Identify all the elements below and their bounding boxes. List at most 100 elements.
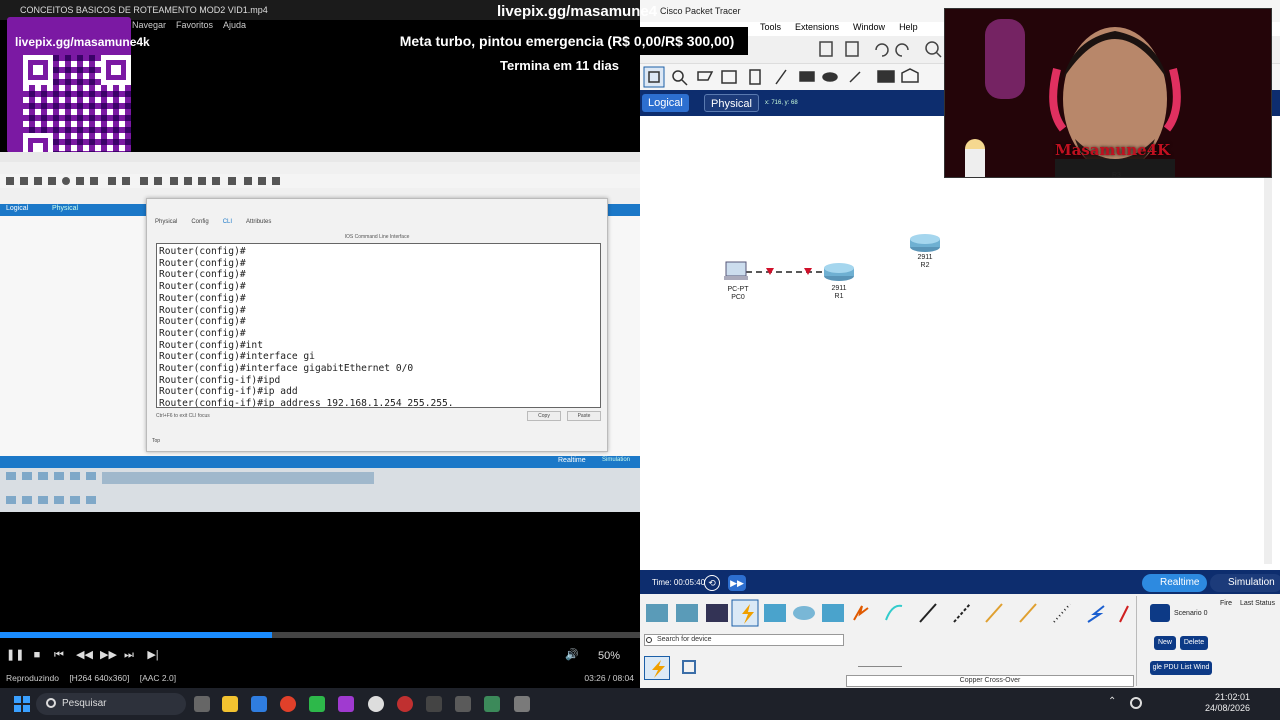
menu-window[interactable]: Window xyxy=(853,22,885,36)
video-physical-tab: Physical xyxy=(52,205,79,212)
taskbar-search[interactable]: Pesquisar xyxy=(36,693,186,715)
video-realtime-label: Realtime xyxy=(558,457,586,464)
top-checkbox-label[interactable]: Top xyxy=(152,438,160,444)
app-icon[interactable] xyxy=(338,696,354,712)
scenario-icon[interactable] xyxy=(1150,604,1170,622)
menu-ajuda[interactable]: Ajuda xyxy=(223,20,246,34)
cli-line: Router(config)# xyxy=(159,257,246,269)
rewind-icon[interactable]: ◀◀ xyxy=(76,648,93,662)
menu-navegar[interactable]: Navegar xyxy=(132,20,166,34)
tray-chevron-icon[interactable]: ⌃ xyxy=(1108,696,1116,707)
chrome-icon[interactable] xyxy=(280,696,296,712)
pdu-list-button[interactable]: gle PDU List Wind xyxy=(1150,661,1212,675)
realtime-label: Realtime xyxy=(1160,577,1200,588)
seek-bar[interactable] xyxy=(0,632,640,638)
store-icon[interactable] xyxy=(251,696,267,712)
simulation-time: Time: 00:05:40 xyxy=(652,578,706,587)
simulation-button[interactable]: Simulation xyxy=(1210,574,1280,592)
device-search-input[interactable]: Search for device xyxy=(644,634,844,646)
packet-tracer-taskbar-icon[interactable] xyxy=(484,696,500,712)
selected-cable-icon[interactable] xyxy=(644,656,670,680)
cli-line: Router(config)# xyxy=(159,281,246,293)
tab-physical[interactable]: Physical xyxy=(155,219,177,225)
tab-attributes[interactable]: Attributes xyxy=(246,219,271,225)
video-toolbar-icons xyxy=(6,177,280,185)
app-icon[interactable] xyxy=(455,696,471,712)
video-codec: [H264 640x360] xyxy=(69,673,130,683)
cable-phone-icon xyxy=(1019,603,1037,623)
cli-tabs: Physical Config CLI Attributes xyxy=(155,219,271,225)
cable-console-icon xyxy=(885,604,903,621)
pc0-icon xyxy=(724,261,748,280)
windows-start-icon[interactable] xyxy=(14,696,30,712)
search-icon xyxy=(46,698,56,708)
realtime-button[interactable]: Realtime xyxy=(1142,574,1208,592)
scenario-label[interactable]: Scenario 0 xyxy=(1174,610,1207,617)
cli-line: Router(config)# xyxy=(159,292,246,304)
fast-forward-icon[interactable]: ▶▶ xyxy=(728,575,746,591)
tray-icon[interactable] xyxy=(1130,697,1142,709)
device-category-icon xyxy=(764,604,786,622)
stop-icon[interactable]: ■ xyxy=(30,648,44,662)
cable-fiber-icon xyxy=(985,603,1003,623)
menu-help[interactable]: Help xyxy=(899,22,918,36)
terminal-icon[interactable] xyxy=(426,696,442,712)
whatsapp-icon[interactable] xyxy=(309,696,325,712)
file-explorer-icon[interactable] xyxy=(222,696,238,712)
video-simulation-label: Simulation xyxy=(602,457,631,463)
copy-button[interactable]: Copy xyxy=(527,411,561,421)
cable-auto-icon xyxy=(853,605,869,621)
tab-config[interactable]: Config xyxy=(191,219,208,225)
logical-tab[interactable]: Logical xyxy=(642,94,689,112)
reset-time-icon[interactable]: ⟲ xyxy=(704,575,720,591)
audio-codec: [AAC 2.0] xyxy=(139,673,177,683)
previous-icon[interactable]: ⏮ xyxy=(52,648,66,662)
device-category-icon xyxy=(793,606,815,620)
new-scenario-button[interactable]: New xyxy=(1154,636,1176,650)
topology-svg xyxy=(724,234,940,281)
physical-tab[interactable]: Physical xyxy=(704,94,759,112)
webcam-logo-text: Masamune4K xyxy=(1055,141,1171,159)
qr-code xyxy=(23,55,131,163)
cli-line: Router(config)# xyxy=(159,246,246,257)
app-icon[interactable] xyxy=(514,696,530,712)
playback-status: Reproduzindo xyxy=(6,673,59,683)
panel-divider xyxy=(1136,596,1137,686)
menu-favoritos[interactable]: Favoritos xyxy=(176,20,213,34)
qr-label: livepix.gg/masamune4k xyxy=(15,35,150,49)
forward-icon[interactable]: ▶▶ xyxy=(100,648,117,662)
simulation-label: Simulation xyxy=(1228,577,1275,588)
volume-level: 50% xyxy=(598,650,621,662)
scroll-indicator[interactable] xyxy=(858,666,902,667)
frame-step-icon[interactable]: ▶| xyxy=(146,648,160,662)
grid-icon[interactable] xyxy=(682,660,696,674)
settings-icon[interactable] xyxy=(368,696,384,712)
volume-icon[interactable]: 🔊 xyxy=(565,648,579,662)
cli-line: Router(config)#interface gi xyxy=(159,351,315,363)
play-icon[interactable]: ❚❚ xyxy=(6,648,24,662)
clock-time: 21:02:01 xyxy=(1214,692,1250,702)
pc0-label: PC-PT PC0 xyxy=(718,286,758,302)
delete-scenario-button[interactable]: Delete xyxy=(1180,636,1208,650)
cli-subtitle: IOS Command Line Interface xyxy=(344,234,410,240)
topology-canvas[interactable]: PC-PT PC0 2911 R1 2911 R2 xyxy=(640,116,1272,564)
r3-label: R3 xyxy=(1112,172,1121,179)
app-icon[interactable] xyxy=(397,696,413,712)
task-view-icon[interactable] xyxy=(194,696,210,712)
next-icon[interactable]: ⏭ xyxy=(122,648,136,662)
paste-button[interactable]: Paste xyxy=(567,411,601,421)
cable-straight-icon xyxy=(919,603,937,623)
menu-extensions[interactable]: Extensions xyxy=(795,22,839,36)
video-titlebar xyxy=(0,152,640,162)
device-category-icon xyxy=(706,604,728,622)
video-timebar: Realtime Simulation xyxy=(0,456,640,468)
cli-footer-hint: Ctrl+F6 to exit CLI focus xyxy=(156,413,210,419)
taskbar-clock[interactable]: 21:02:01 24/08/2026 xyxy=(1205,692,1250,714)
tab-cli[interactable]: CLI xyxy=(223,219,232,225)
media-player: CONCEITOS BASICOS DE ROTEAMENTO MOD2 VID… xyxy=(0,0,748,688)
cable-serial-dte-icon xyxy=(1119,605,1129,623)
menu-tools[interactable]: Tools xyxy=(760,22,781,36)
cli-terminal[interactable]: Router(config)# Router(config)# Router(c… xyxy=(156,243,601,408)
last-status-column: Last Status xyxy=(1240,600,1276,607)
cli-line: Router(config)# xyxy=(159,304,246,316)
